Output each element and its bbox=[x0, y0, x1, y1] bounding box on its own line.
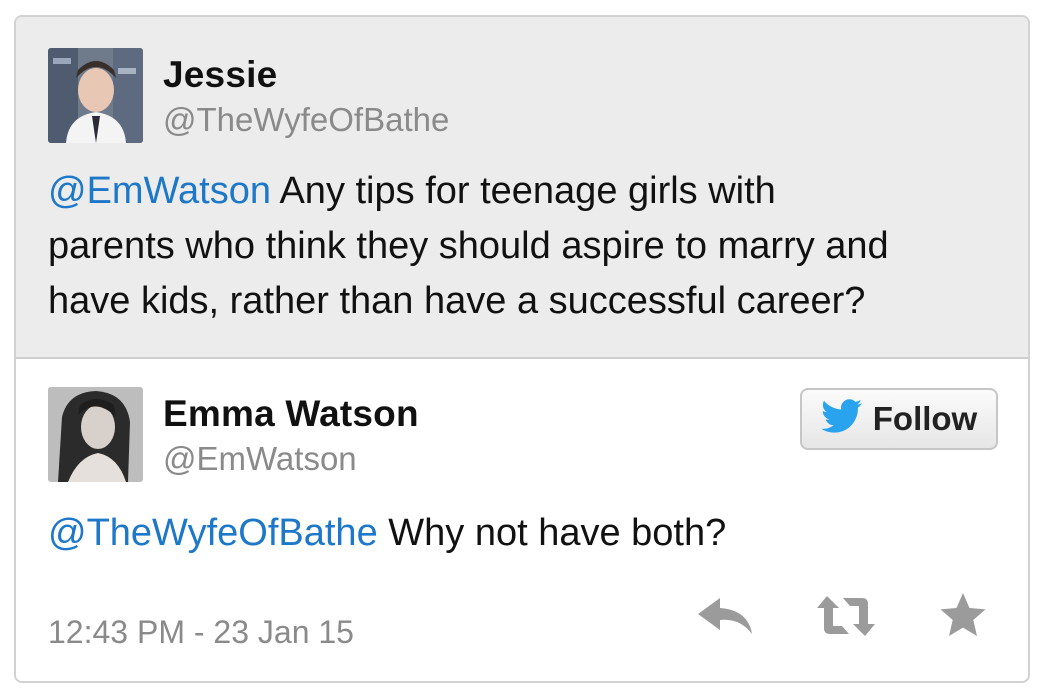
favorite-action[interactable] bbox=[938, 591, 988, 644]
tweet-card: Jessie @TheWyfeOfBathe @EmWatson Any tip… bbox=[14, 15, 1030, 683]
retweet-action[interactable] bbox=[815, 594, 877, 643]
star-icon bbox=[938, 593, 988, 643]
parent-tweet[interactable]: Jessie @TheWyfeOfBathe @EmWatson Any tip… bbox=[16, 17, 1028, 359]
reply-action[interactable] bbox=[696, 594, 754, 643]
reply-text-body: Why not have both? bbox=[377, 512, 727, 554]
parent-author-name[interactable]: Jessie bbox=[163, 54, 277, 96]
tweet-timestamp[interactable]: 12:43 PM - 23 Jan 15 bbox=[48, 614, 354, 651]
mention-link[interactable]: @TheWyfeOfBathe bbox=[48, 512, 378, 554]
follow-button[interactable]: Follow bbox=[800, 388, 998, 450]
jessie-avatar[interactable] bbox=[48, 48, 143, 143]
reply-author-handle[interactable]: @EmWatson bbox=[163, 440, 357, 478]
retweet-icon bbox=[815, 596, 877, 642]
mention-link[interactable]: @EmWatson bbox=[48, 170, 271, 212]
reply-author-name[interactable]: Emma Watson bbox=[163, 393, 419, 435]
reply-icon bbox=[696, 598, 754, 642]
parent-tweet-text: @EmWatson Any tips for teenage girls wit… bbox=[48, 164, 1008, 329]
emma-watson-avatar[interactable] bbox=[48, 387, 143, 482]
twitter-bird-icon bbox=[820, 398, 863, 440]
reply-tweet-text: @TheWyfeOfBathe Why not have both? bbox=[48, 506, 1008, 561]
parent-author-handle[interactable]: @TheWyfeOfBathe bbox=[163, 101, 449, 139]
parent-text-line-2: parents who think they should aspire to … bbox=[48, 225, 889, 267]
parent-text-line-1: Any tips for teenage girls with bbox=[271, 170, 776, 212]
follow-button-label: Follow bbox=[872, 400, 978, 437]
parent-text-line-3: have kids, rather than have a successful… bbox=[48, 280, 866, 322]
